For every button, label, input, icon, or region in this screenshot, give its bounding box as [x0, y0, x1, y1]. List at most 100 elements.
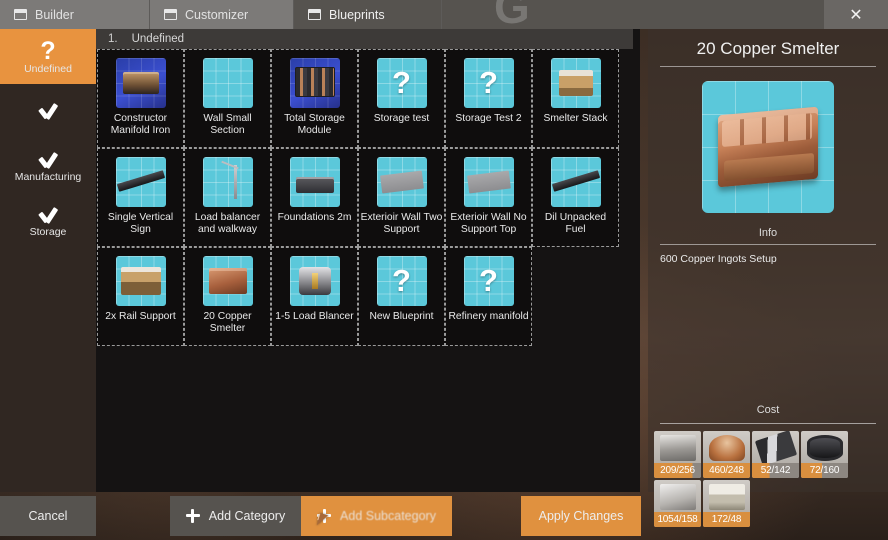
close-button[interactable]: ✕ [824, 0, 888, 29]
blueprint-item[interactable]: Smelter Stack [532, 49, 619, 148]
blueprint-item[interactable]: Dil Unpacked Fuel [532, 148, 619, 247]
blueprint-name: 20 Copper Smelter [203, 311, 252, 334]
blueprint-item[interactable]: ? Storage Test 2 [445, 49, 532, 148]
blueprint-item[interactable]: Foundations 2m [271, 148, 358, 247]
blueprint-thumbnail [550, 58, 601, 108]
copper-ingots-icon [718, 106, 818, 188]
blueprint-name: Refinery manifold [448, 311, 529, 322]
question-mark-icon: ? [40, 36, 56, 65]
apply-changes-button[interactable]: Apply Changes [521, 496, 641, 536]
cost-quantity: 52/142 [752, 463, 799, 478]
blueprint-item-selected[interactable]: 20 Copper Smelter [184, 247, 271, 346]
iron-rod-icon [754, 431, 798, 466]
blueprint-thumbnail [289, 58, 340, 108]
blueprint-thumbnail [376, 157, 427, 207]
detail-title: 20 Copper Smelter [696, 39, 840, 58]
tab-builder[interactable]: Builder [0, 0, 150, 29]
blueprint-name: Total Storage Module [284, 113, 345, 136]
blueprint-thumbnail [115, 256, 166, 306]
blueprint-item[interactable]: Exterioir Wall No Support Top [445, 148, 532, 247]
tab-customizer-label: Customizer [185, 7, 249, 22]
blueprint-thumbnail: ? [463, 256, 514, 306]
sidebar-item-undefined[interactable]: ? Undefined [0, 29, 96, 84]
blueprint-thumbnail [115, 157, 166, 207]
cost-item[interactable]: 72/160 [801, 431, 848, 478]
window-icon [14, 9, 27, 20]
blueprint-thumbnail [289, 256, 340, 306]
section-header: 1. Undefined [96, 29, 633, 49]
blueprint-grid-panel: 1. Undefined Constructor Manifold Iron W… [96, 29, 640, 492]
tab-blueprints[interactable]: Blueprints [294, 0, 442, 29]
check-icon [36, 104, 60, 120]
blueprint-item[interactable]: Exterioir Wall Two Support [358, 148, 445, 247]
plus-icon [317, 509, 332, 523]
blueprint-item[interactable]: Total Storage Module [271, 49, 358, 148]
cancel-button[interactable]: Cancel [0, 496, 96, 536]
blueprint-thumbnail [115, 58, 166, 108]
blueprint-detail-panel: 20 Copper Smelter Info 600 Copper Ingots… [648, 29, 888, 527]
tab-customizer[interactable]: Customizer [150, 0, 294, 29]
check-icon [36, 208, 60, 224]
blueprint-preview-image [702, 81, 834, 213]
tab-bar-filler: G [442, 0, 824, 29]
cost-item[interactable]: 52/142 [752, 431, 799, 478]
blueprint-item[interactable]: 1-5 Load Blancer [271, 247, 358, 346]
blueprint-item[interactable]: Constructor Manifold Iron [97, 49, 184, 148]
cost-label: Cost [756, 404, 780, 416]
section-title: Undefined [131, 33, 185, 45]
blueprint-item[interactable]: Wall Small Section [184, 49, 271, 148]
blueprint-thumbnail [202, 157, 253, 207]
blueprint-thumbnail [202, 256, 253, 306]
blueprint-item[interactable]: 2x Rail Support [97, 247, 184, 346]
tab-blueprints-label: Blueprints [329, 7, 385, 22]
cost-divider [660, 423, 876, 424]
sidebar-item-label: Undefined [24, 62, 72, 75]
tab-builder-label: Builder [35, 7, 74, 22]
question-mark-icon: ? [479, 263, 498, 298]
bottom-toolbar: Cancel Add Category Add Subcategory Appl… [0, 496, 888, 540]
blueprint-thumbnail: ? [376, 256, 427, 306]
question-mark-icon: ? [392, 65, 411, 100]
blueprint-thumbnail [463, 157, 514, 207]
blueprint-item[interactable]: ? New Blueprint [358, 247, 445, 346]
pipe-icon [807, 435, 843, 461]
blueprint-name: Single Vertical Sign [107, 212, 174, 235]
question-mark-icon: ? [479, 65, 498, 100]
blueprint-name: Exterioir Wall Two Support [360, 212, 443, 235]
blueprint-name: Exterioir Wall No Support Top [450, 212, 527, 235]
cost-item[interactable]: 460/248 [703, 431, 750, 478]
blueprint-item[interactable]: Single Vertical Sign [97, 148, 184, 247]
cost-quantity: 72/160 [801, 463, 848, 478]
sidebar-item-label: Manufacturing [14, 170, 82, 183]
sidebar-item-label: Storage [29, 225, 67, 238]
sidebar-item-unnamed[interactable] [0, 84, 96, 139]
add-subcategory-button-label: Add Subcategory [340, 509, 436, 523]
info-description: 600 Copper Ingots Setup [660, 253, 777, 265]
blueprint-name: Dil Unpacked Fuel [544, 212, 607, 235]
add-category-button[interactable]: Add Category [170, 496, 301, 536]
copper-wire-icon [709, 435, 745, 461]
add-subcategory-button[interactable]: Add Subcategory [301, 496, 452, 536]
cost-quantity: 460/248 [703, 463, 750, 478]
detail-title-divider [660, 66, 876, 67]
blueprint-name: Wall Small Section [203, 113, 252, 136]
blueprint-grid: Constructor Manifold Iron Wall Small Sec… [96, 49, 640, 346]
plus-icon [185, 509, 200, 523]
blueprint-item[interactable]: Load balancer and walkway [184, 148, 271, 247]
blueprint-name: New Blueprint [369, 311, 434, 322]
sidebar-item-storage[interactable]: Storage [0, 194, 96, 249]
blueprint-thumbnail: ? [463, 58, 514, 108]
blueprint-thumbnail [289, 157, 340, 207]
window-icon [164, 9, 177, 20]
apply-changes-button-label: Apply Changes [538, 509, 624, 523]
cost-quantity: 209/256 [654, 463, 701, 478]
blueprint-item[interactable]: ? Refinery manifold [445, 247, 532, 346]
sidebar-item-manufacturing[interactable]: Manufacturing [0, 139, 96, 194]
cost-item[interactable]: 209/256 [654, 431, 701, 478]
blueprint-item[interactable]: ? Storage test [358, 49, 445, 148]
blueprint-name: Constructor Manifold Iron [110, 113, 171, 136]
blueprint-name: 1-5 Load Blancer [275, 311, 354, 322]
info-divider [660, 244, 876, 245]
tab-bar: Builder Customizer Blueprints G ✕ [0, 0, 888, 29]
blueprint-thumbnail [550, 157, 601, 207]
